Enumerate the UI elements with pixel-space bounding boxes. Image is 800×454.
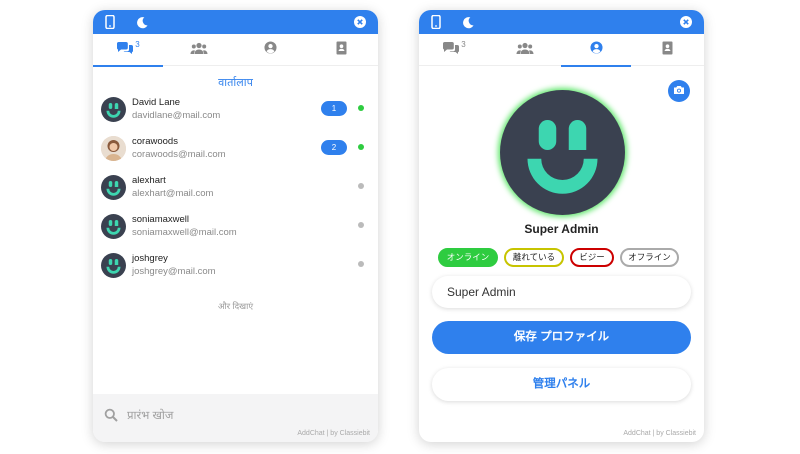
save-profile-button[interactable]: 保存 プロファイル: [432, 321, 691, 354]
tab-bar: 3: [419, 34, 704, 67]
search-input[interactable]: प्रारंभ खोज: [127, 408, 173, 423]
contact-name: alexhart: [132, 175, 166, 186]
list-item[interactable]: corawoods corawoods@mail.com 2: [93, 132, 378, 171]
mobile-icon[interactable]: [428, 14, 444, 30]
offline-status-dot: [358, 222, 364, 228]
user-profile-icon: [589, 41, 603, 59]
close-icon[interactable]: [678, 14, 694, 30]
contact-book-icon: [662, 41, 673, 60]
chat-bubbles-icon: [116, 41, 134, 60]
user-profile-icon: [263, 41, 277, 59]
list-item[interactable]: David Lane davidlane@mail.com 1: [93, 93, 378, 132]
status-busy-button[interactable]: ビジー: [570, 248, 614, 267]
tab-users[interactable]: [490, 34, 560, 66]
contact-email: soniamaxwell@mail.com: [132, 227, 237, 238]
contact-name: corawoods: [132, 136, 178, 147]
users-icon: [516, 41, 534, 59]
mobile-icon[interactable]: [102, 14, 118, 30]
credit-text: AddChat | by Classiebit: [297, 430, 370, 437]
avatar: [101, 253, 126, 278]
name-field[interactable]: Super Admin: [432, 276, 691, 308]
camera-icon: [673, 82, 685, 100]
profile-avatar[interactable]: [500, 90, 625, 215]
contact-email: joshgrey@mail.com: [132, 266, 216, 277]
contact-book-icon: [336, 41, 347, 60]
profile-name: Super Admin: [524, 222, 599, 236]
moon-icon[interactable]: [460, 14, 476, 30]
unread-badge: 2: [321, 140, 347, 155]
section-title: वार्तालाप: [218, 77, 253, 89]
list-item[interactable]: soniamaxwell soniamaxwell@mail.com: [93, 210, 378, 249]
tab-users[interactable]: [164, 34, 234, 66]
avatar: [101, 97, 126, 122]
offline-status-dot: [358, 261, 364, 267]
status-online-button[interactable]: オンライン: [438, 248, 498, 267]
top-bar: [93, 10, 378, 34]
list-item[interactable]: alexhart alexhart@mail.com: [93, 171, 378, 210]
offline-status-dot: [358, 183, 364, 189]
chat-bubbles-icon: [442, 41, 460, 60]
tab-contacts[interactable]: [306, 34, 376, 66]
search-bar[interactable]: प्रारंभ खोज AddChat | by Classiebit: [93, 394, 378, 442]
chat-list-panel: 3 वार्तालाप David Lane davidlane@mail.co…: [93, 10, 378, 442]
tab-contacts[interactable]: [632, 34, 702, 66]
tab-profile[interactable]: [235, 34, 305, 66]
unread-badge: 1: [321, 101, 347, 116]
search-icon: [104, 408, 118, 427]
admin-panel-button[interactable]: 管理パネル: [432, 368, 691, 401]
moon-icon[interactable]: [134, 14, 150, 30]
users-icon: [190, 41, 208, 59]
show-more-link[interactable]: और दिखाएं: [93, 301, 378, 312]
contact-name: joshgrey: [132, 253, 168, 264]
avatar-photo: [101, 136, 126, 161]
camera-button[interactable]: [668, 80, 690, 102]
online-status-dot: [358, 105, 364, 111]
status-offline-button[interactable]: オフライン: [620, 248, 679, 267]
conversation-count: 3: [461, 39, 466, 49]
contact-email: corawoods@mail.com: [132, 149, 226, 160]
tab-conversations[interactable]: 3: [93, 34, 163, 67]
profile-panel: 3 Super Admin オンライン 離れている ビジー オフライン Supe…: [419, 10, 704, 442]
tab-bar: 3: [93, 34, 378, 67]
status-away-button[interactable]: 離れている: [504, 248, 564, 267]
avatar: [101, 214, 126, 239]
credit-text: AddChat | by Classiebit: [623, 430, 696, 437]
close-icon[interactable]: [352, 14, 368, 30]
list-item[interactable]: joshgrey joshgrey@mail.com: [93, 249, 378, 288]
contact-name: David Lane: [132, 97, 181, 108]
contact-email: alexhart@mail.com: [132, 188, 214, 199]
tab-conversations[interactable]: 3: [419, 34, 489, 66]
avatar: [101, 175, 126, 200]
conversation-count: 3: [135, 39, 140, 49]
contact-name: soniamaxwell: [132, 214, 190, 225]
top-bar: [419, 10, 704, 34]
contact-email: davidlane@mail.com: [132, 110, 221, 121]
tab-profile[interactable]: [561, 34, 631, 67]
online-status-dot: [358, 144, 364, 150]
